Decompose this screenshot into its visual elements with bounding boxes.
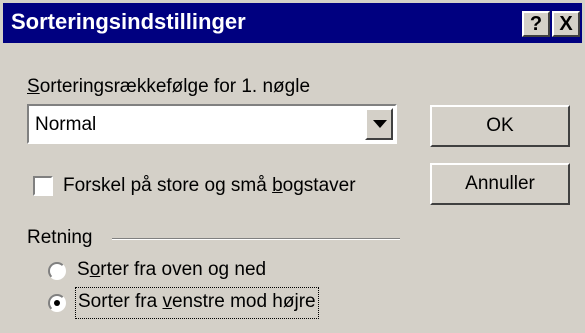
radio-selected-dot [54, 300, 60, 306]
help-button[interactable]: ? [522, 11, 550, 37]
dialog-title: Sorteringsindstillinger [11, 9, 246, 34]
chevron-down-icon [373, 120, 387, 128]
case-sensitive-checkbox[interactable] [33, 176, 53, 196]
case-sensitive-label-text: Forskel på store og små [63, 175, 273, 196]
ok-button[interactable]: OK [430, 105, 570, 147]
option1-text-a: S [77, 259, 90, 280]
option2-text-b: enstre mod højre [171, 291, 316, 312]
close-icon: X [559, 13, 573, 35]
direction-left-right-label[interactable]: Sorter fra venstre mod højre [78, 288, 316, 316]
direction-top-bottom-radio[interactable] [48, 262, 66, 280]
close-button[interactable]: X [552, 11, 580, 37]
option2-mnemonic: v [162, 291, 172, 312]
group-divider [112, 238, 400, 240]
case-sensitive-mnemonic: b [272, 175, 283, 196]
focus-rectangle: Sorter fra venstre mod højre [75, 287, 319, 319]
direction-group-label: Retning [27, 227, 93, 248]
sort-order-label-mnemonic: S [27, 76, 40, 97]
case-sensitive-label[interactable]: Forskel på store og små bogstaver [63, 175, 356, 197]
direction-left-right-radio[interactable] [48, 294, 66, 312]
title-bar[interactable]: Sorteringsindstillinger ? X [3, 3, 582, 43]
option2-text-a: Sorter fra [78, 291, 163, 312]
sort-order-label: Sorteringsrækkefølge for 1. nøgle [27, 76, 310, 98]
case-sensitive-label-rest: ogstaver [282, 175, 356, 196]
direction-top-bottom-label[interactable]: Sorter fra oven og ned [77, 259, 266, 281]
option1-text-b: rter fra oven og ned [100, 259, 267, 280]
cancel-button[interactable]: Annuller [430, 163, 570, 205]
sort-order-value: Normal [35, 114, 97, 135]
sort-order-label-text: orteringsrækkefølge for 1. nøgle [39, 76, 311, 97]
sort-order-dropdown[interactable]: Normal [27, 104, 397, 144]
sort-options-dialog: Sorteringsindstillinger ? X Sorteringsræ… [0, 0, 585, 333]
option1-mnemonic: o [89, 259, 101, 280]
help-icon: ? [529, 13, 543, 35]
dropdown-arrow-button[interactable] [365, 108, 393, 140]
